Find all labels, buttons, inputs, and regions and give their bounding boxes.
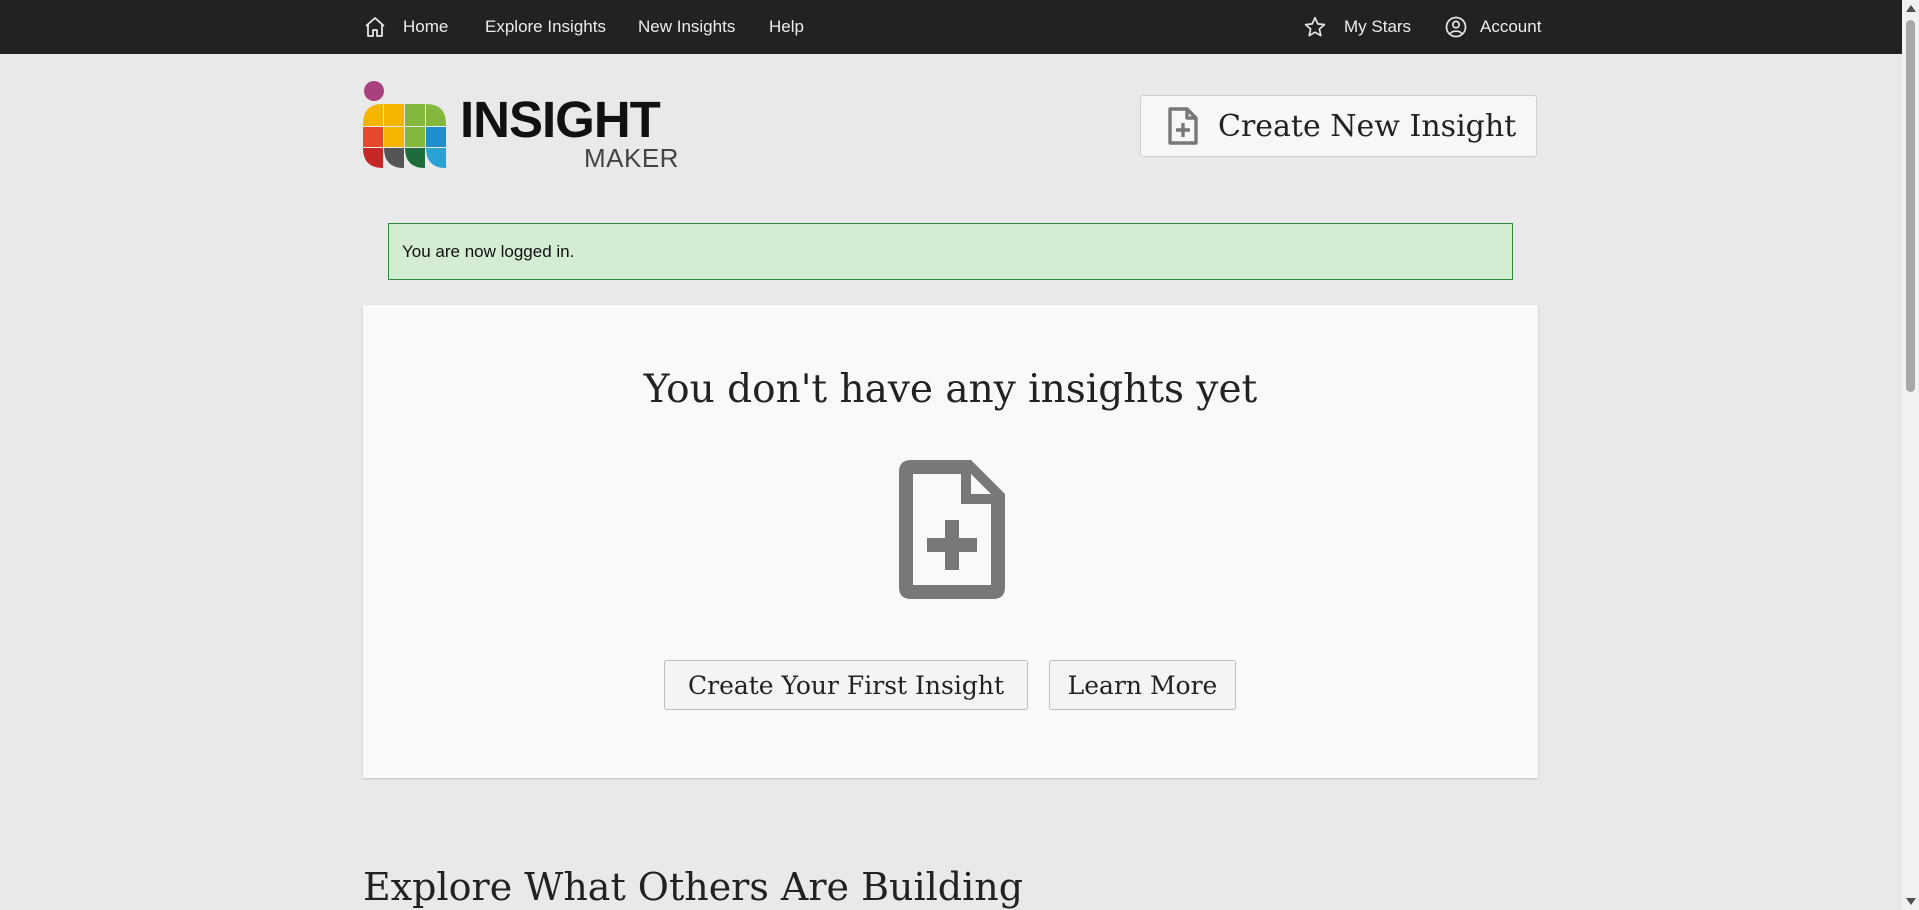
logo-mark bbox=[363, 81, 446, 168]
top-nav: Home Explore Insights New Insights Help … bbox=[0, 0, 1919, 54]
new-document-icon bbox=[899, 460, 1005, 599]
nav-new-insights[interactable]: New Insights bbox=[638, 0, 735, 54]
nav-help-label: Help bbox=[769, 17, 804, 36]
flash-text: You are now logged in. bbox=[402, 241, 575, 261]
home-icon bbox=[363, 15, 387, 39]
account-icon bbox=[1445, 16, 1467, 38]
logo-wordmark: INSIGHT bbox=[460, 91, 661, 148]
create-new-insight-button[interactable]: Create New Insight bbox=[1140, 95, 1537, 157]
create-first-insight-button[interactable]: Create Your First Insight bbox=[664, 660, 1028, 710]
star-icon bbox=[1303, 15, 1327, 39]
scroll-up-arrow[interactable] bbox=[1906, 5, 1916, 12]
nav-explore-label: Explore Insights bbox=[485, 17, 606, 36]
nav-home[interactable]: Home bbox=[363, 0, 448, 54]
nav-new-insights-label: New Insights bbox=[638, 17, 736, 36]
empty-state-panel: You don't have any insights yet Create Y… bbox=[363, 305, 1538, 778]
nav-my-stars-label: My Stars bbox=[1344, 17, 1412, 36]
file-plus-icon bbox=[1167, 106, 1199, 146]
page-scrollbar[interactable] bbox=[1902, 0, 1919, 910]
login-flash-message: You are now logged in. bbox=[388, 223, 1513, 280]
insight-maker-logo[interactable]: INSIGHT MAKER bbox=[363, 80, 683, 172]
explore-heading: Explore What Others Are Building bbox=[363, 865, 1024, 909]
nav-account-label: Account bbox=[1480, 17, 1542, 36]
learn-more-button[interactable]: Learn More bbox=[1049, 660, 1236, 710]
create-new-insight-label: Create New Insight bbox=[1218, 108, 1517, 144]
nav-home-label: Home bbox=[403, 17, 449, 36]
nav-help[interactable]: Help bbox=[769, 0, 804, 54]
scroll-down-arrow[interactable] bbox=[1906, 898, 1916, 905]
nav-my-stars[interactable]: My Stars bbox=[1303, 0, 1411, 54]
scroll-thumb[interactable] bbox=[1906, 20, 1915, 392]
nav-account[interactable]: Account bbox=[1445, 0, 1541, 54]
nav-explore-insights[interactable]: Explore Insights bbox=[485, 0, 606, 54]
logo-subtitle: MAKER bbox=[584, 143, 679, 173]
empty-state-title: You don't have any insights yet bbox=[643, 367, 1258, 412]
